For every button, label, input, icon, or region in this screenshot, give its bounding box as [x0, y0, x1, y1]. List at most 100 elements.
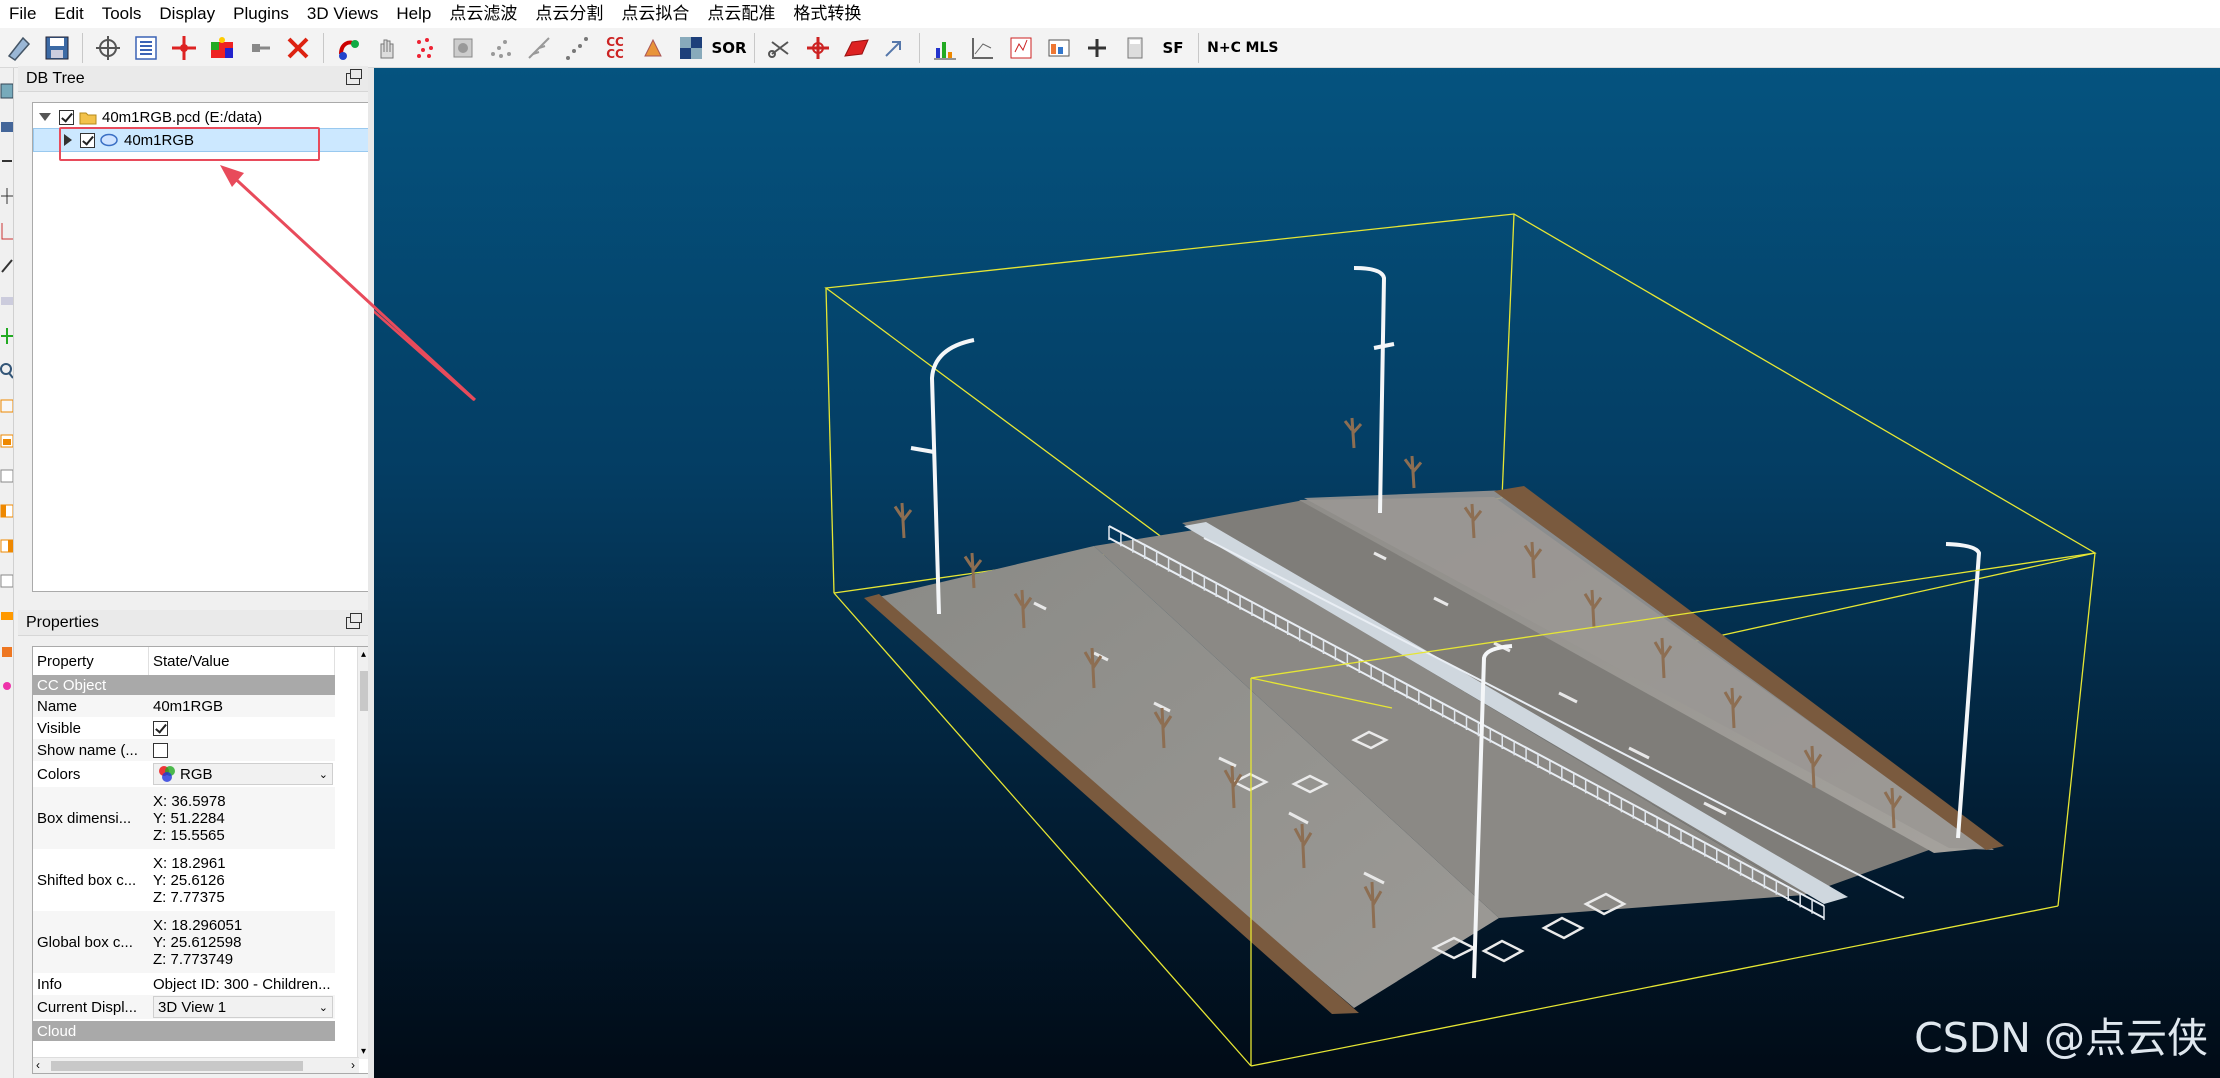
zoom-ratio-icon[interactable]	[0, 149, 13, 173]
scissors-icon[interactable]	[763, 31, 797, 65]
name-value[interactable]: 40m1RGB	[149, 695, 335, 717]
scatter-icon[interactable]	[560, 31, 594, 65]
menu-tools[interactable]: Tools	[93, 0, 151, 28]
statistics-icon[interactable]	[966, 31, 1000, 65]
sampling-icon[interactable]	[446, 31, 480, 65]
sf-icon[interactable]: SF	[1156, 31, 1190, 65]
nc-icon[interactable]: N+C	[1207, 31, 1241, 65]
align-icon[interactable]	[877, 31, 911, 65]
menu-edit[interactable]: Edit	[45, 0, 92, 28]
move-icon[interactable]	[0, 324, 13, 348]
menu-file[interactable]: File	[0, 0, 45, 28]
view-icon[interactable]	[0, 79, 13, 103]
menu-fit[interactable]: 点云拟合	[612, 0, 698, 28]
scroll-left-icon[interactable]: ‹	[36, 1058, 40, 1072]
translate-icon[interactable]	[167, 31, 201, 65]
segment-icon[interactable]	[243, 31, 277, 65]
new-icon[interactable]	[2, 31, 36, 65]
db-tree-header: DB Tree	[18, 66, 368, 92]
hand-icon[interactable]	[370, 31, 404, 65]
menu-plugins[interactable]: Plugins	[224, 0, 298, 28]
lock-icon[interactable]	[0, 639, 13, 663]
plane-icon[interactable]	[839, 31, 873, 65]
camera-icon[interactable]	[0, 114, 13, 138]
toolbar-separator	[323, 32, 324, 63]
menu-registration[interactable]: 点云配准	[698, 0, 784, 28]
mesh-icon[interactable]	[636, 31, 670, 65]
current-display-dropdown[interactable]: 3D View 1 ⌄	[153, 996, 333, 1018]
float-panel-icon[interactable]	[346, 612, 362, 629]
scroll-down-icon[interactable]: ▾	[361, 1046, 366, 1057]
rotate-icon[interactable]	[0, 254, 13, 278]
bottom-view-icon[interactable]	[0, 569, 13, 593]
toolbar-separator	[1198, 32, 1199, 63]
zoom-icon[interactable]	[0, 359, 13, 383]
cloud-compare-icon[interactable]: CC CC	[598, 31, 632, 65]
scroll-up-icon[interactable]: ▴	[361, 649, 366, 660]
tree	[1343, 417, 1363, 449]
histogram-icon[interactable]	[928, 31, 962, 65]
add-icon[interactable]	[1080, 31, 1114, 65]
column-header-property[interactable]: Property	[33, 647, 149, 675]
sor-icon[interactable]: SOR	[711, 31, 746, 65]
scroll-right-icon[interactable]: ›	[351, 1058, 355, 1072]
visible-checkbox[interactable]	[153, 720, 168, 736]
info-value: Object ID: 300 - Children...	[153, 975, 331, 993]
property-row: Current Displ... 3D View 1 ⌄	[33, 995, 335, 1019]
property-row: Shifted box c... X: 18.2961 Y: 25.6126 Z…	[33, 849, 335, 911]
pick-center-icon[interactable]	[91, 31, 125, 65]
properties-header: Properties	[18, 610, 368, 636]
rgb-cloud-icon[interactable]	[205, 31, 239, 65]
density-icon[interactable]	[484, 31, 518, 65]
axes-icon[interactable]	[0, 219, 13, 243]
sample-icon[interactable]	[332, 31, 366, 65]
perspective-icon[interactable]	[0, 289, 13, 313]
scroll-thumb[interactable]	[51, 1061, 303, 1071]
pivot-icon[interactable]	[0, 184, 13, 208]
save-icon[interactable]	[40, 31, 74, 65]
menu-segment[interactable]: 点云分割	[526, 0, 612, 28]
mls-icon[interactable]: MLS	[1245, 31, 1279, 65]
back-view-icon[interactable]	[0, 464, 13, 488]
expand-arrow-icon[interactable]	[39, 113, 51, 121]
normals-icon[interactable]	[522, 31, 556, 65]
minmax-icon[interactable]	[1004, 31, 1038, 65]
table-icon[interactable]	[1042, 31, 1076, 65]
float-panel-icon[interactable]	[346, 68, 362, 85]
column-header-value[interactable]: State/Value	[149, 647, 335, 675]
point-cloud-scene[interactable]	[374, 68, 2220, 1078]
global-center-z: Z: 7.773749	[153, 950, 234, 968]
colors-dropdown[interactable]: RGB ⌄	[153, 763, 333, 785]
properties-table: Property State/Value CC Object Name 40m1…	[32, 646, 374, 1074]
root-visibility-checkbox[interactable]	[59, 109, 74, 125]
checker-icon[interactable]	[674, 31, 708, 65]
right-view-icon[interactable]	[0, 534, 13, 558]
chevron-down-icon: ⌄	[318, 768, 328, 781]
left-view-icon[interactable]	[0, 499, 13, 523]
transform-icon[interactable]	[801, 31, 835, 65]
box-dim-x: X: 36.5978	[153, 792, 226, 810]
annotation-arrow-overlay	[220, 165, 477, 402]
color-icon[interactable]	[0, 674, 13, 698]
menu-filter[interactable]: 点云滤波	[440, 0, 526, 28]
property-key: Info	[37, 975, 63, 993]
horizontal-scrollbar[interactable]: ‹ ›	[33, 1057, 359, 1073]
points-icon[interactable]	[408, 31, 442, 65]
colors-value: RGB	[180, 765, 213, 783]
menu-format[interactable]: 格式转换	[784, 0, 870, 28]
menu-3d-views[interactable]: 3D Views	[298, 0, 388, 28]
point-size-icon[interactable]	[0, 604, 13, 628]
show-name-checkbox[interactable]	[153, 742, 168, 758]
tree-root-row[interactable]: 40m1RGB.pcd (E:/data)	[39, 105, 262, 129]
front-view-icon[interactable]	[0, 429, 13, 453]
calculator-icon[interactable]	[1118, 31, 1152, 65]
properties-panel: Properties Property State/Value CC Objec…	[18, 610, 374, 1078]
delete-icon[interactable]	[281, 31, 315, 65]
top-view-icon[interactable]	[0, 394, 13, 418]
menu-display[interactable]: Display	[150, 0, 224, 28]
3d-view[interactable]: CSDN @点云侠	[374, 68, 2220, 1078]
section-cc-object: CC Object	[33, 675, 335, 695]
menu-help[interactable]: Help	[387, 0, 440, 28]
list-icon[interactable]	[129, 31, 163, 65]
current-display-value: 3D View 1	[158, 998, 227, 1016]
